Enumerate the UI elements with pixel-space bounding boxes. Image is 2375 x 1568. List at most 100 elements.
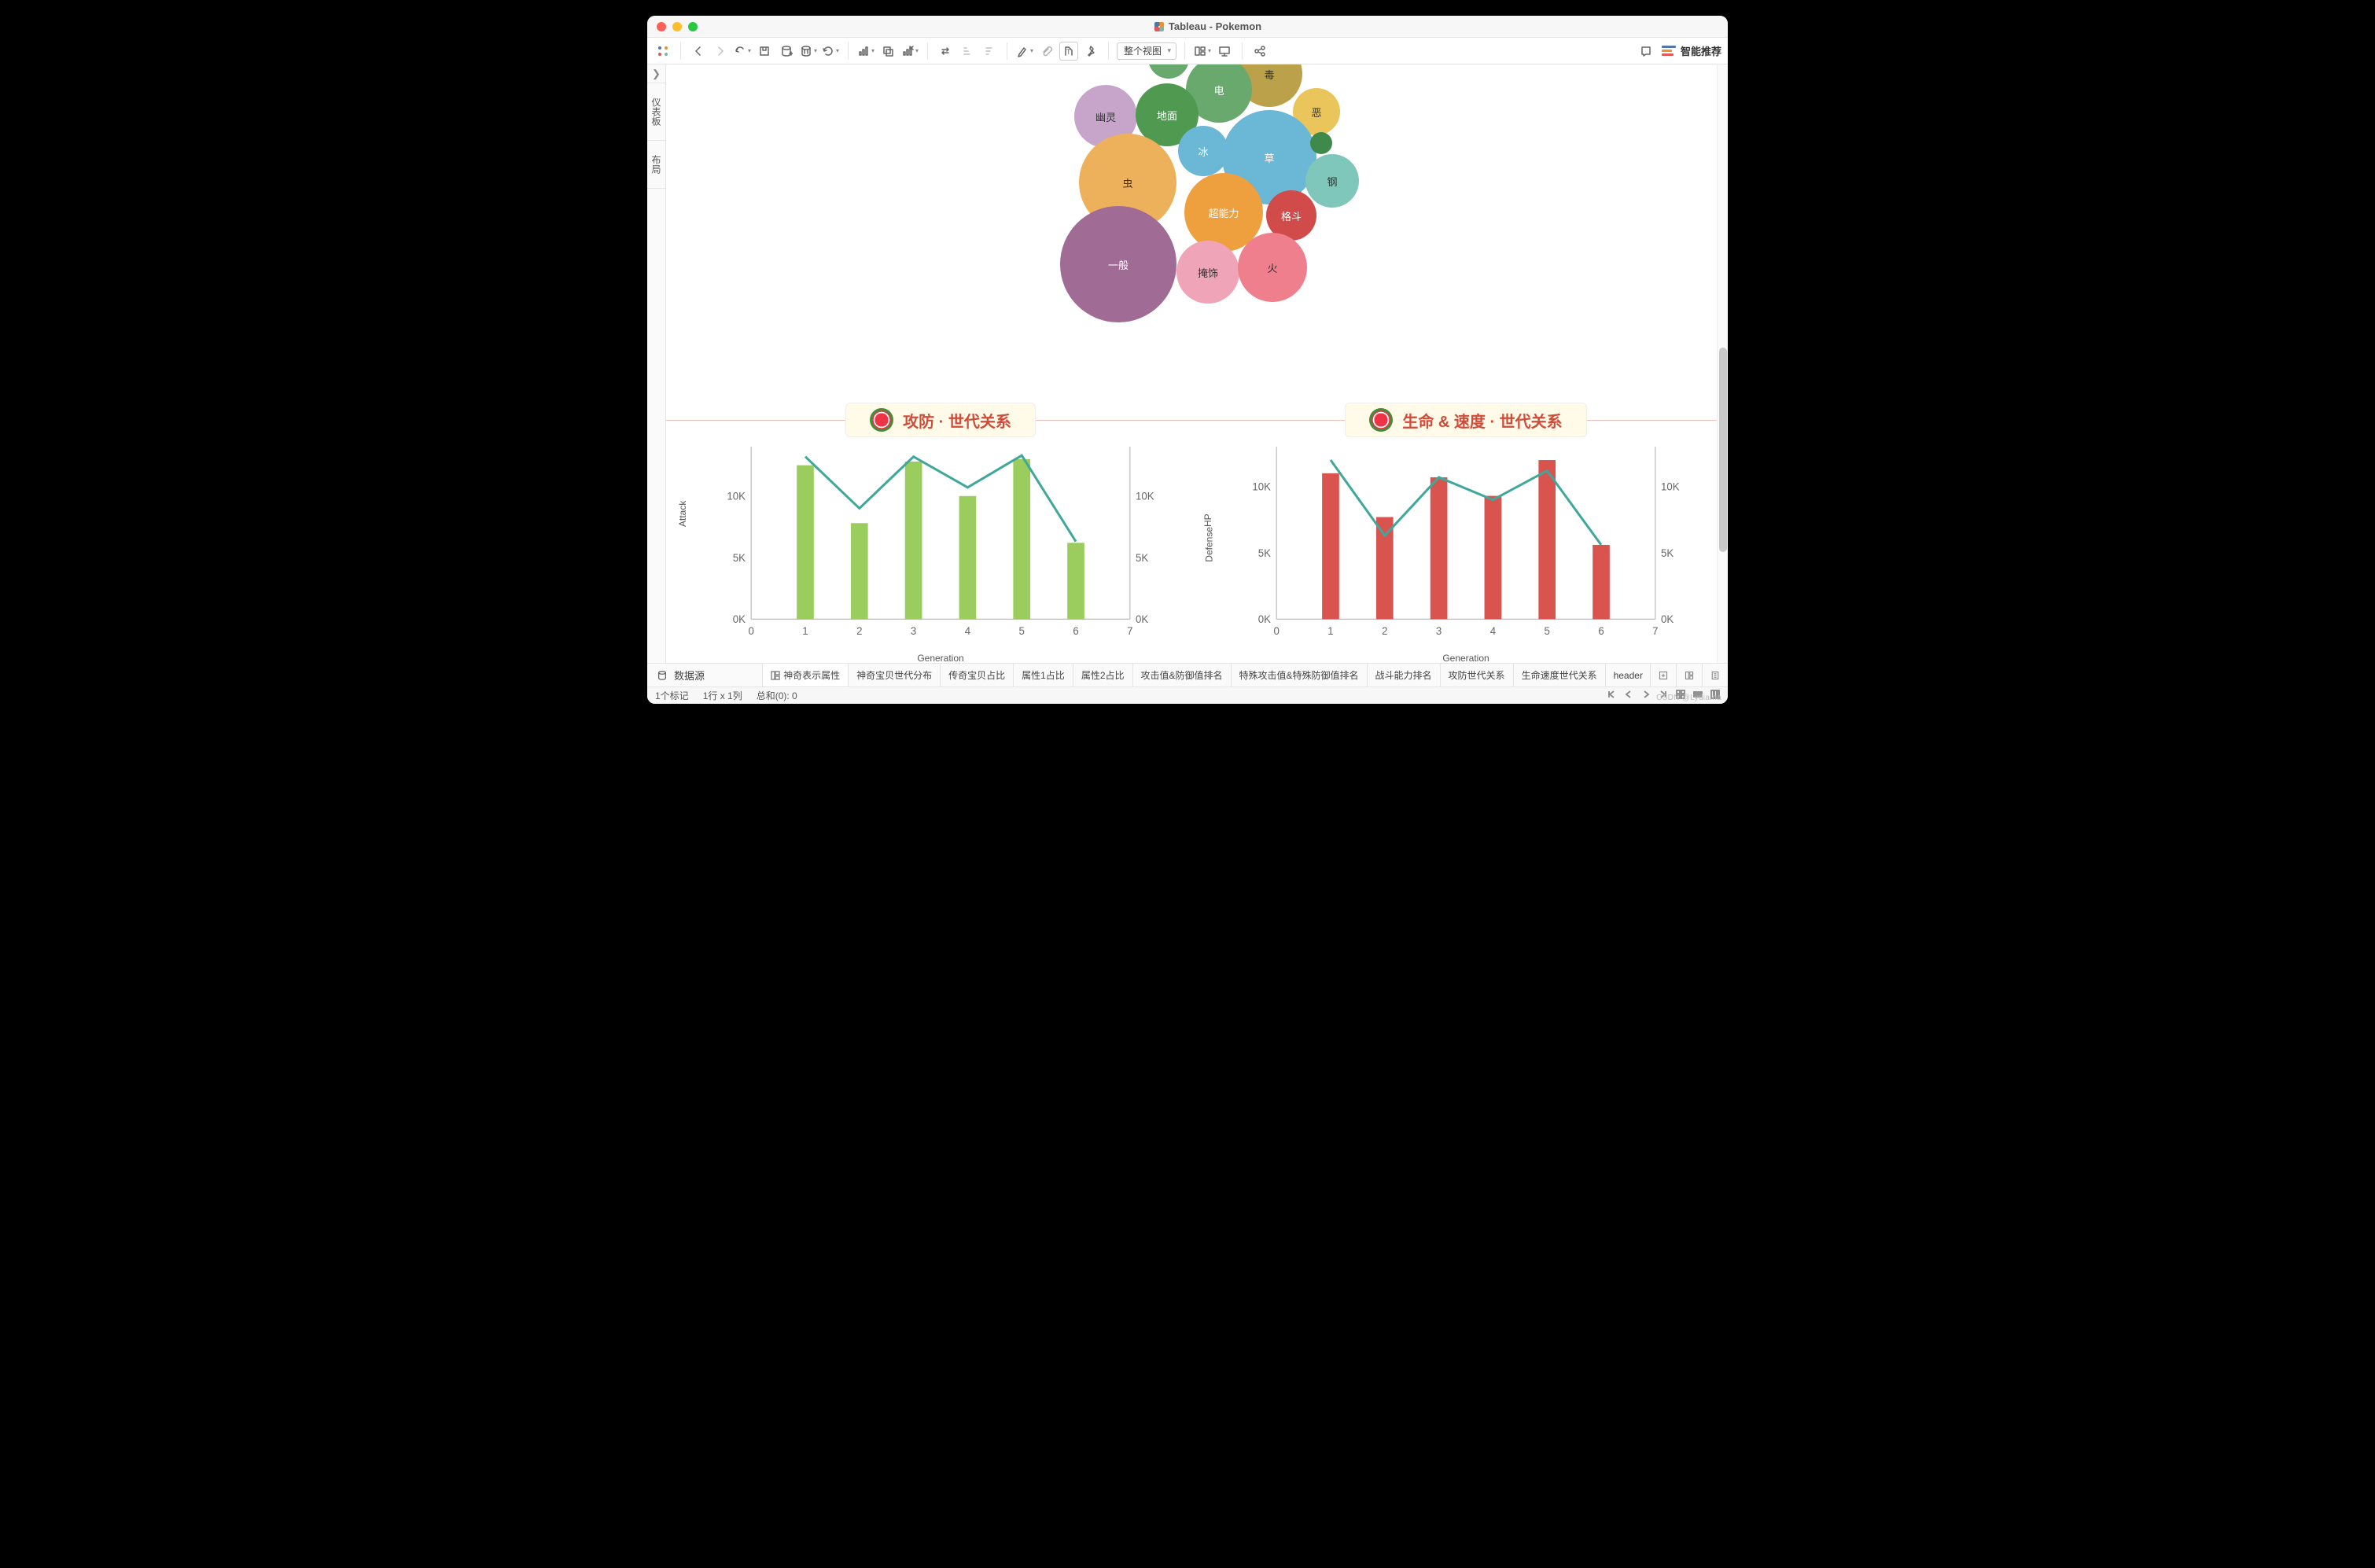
- tableau-logo-icon[interactable]: [654, 42, 672, 61]
- panel-title-text: 攻防 · 世代关系: [903, 409, 1011, 432]
- svg-text:10K: 10K: [1136, 491, 1154, 502]
- new-dashboard-button[interactable]: [1676, 664, 1702, 686]
- save-button[interactable]: [755, 42, 774, 61]
- nav-prev-button[interactable]: [1624, 690, 1633, 701]
- forward-button[interactable]: [711, 42, 730, 61]
- new-sheet-button[interactable]: [856, 42, 875, 61]
- bubble-火[interactable]: 火: [1238, 233, 1307, 302]
- nav-next-button[interactable]: [1641, 690, 1651, 701]
- duplicate-sheet-button[interactable]: [878, 42, 897, 61]
- y-axis-left-label: HP: [1202, 513, 1213, 527]
- svg-text:5: 5: [1545, 625, 1550, 637]
- window-title-text: Tableau - Pokemon: [1169, 20, 1261, 32]
- y-axis-left-label: Attack: [677, 501, 688, 527]
- sheet-tab[interactable]: 神奇表示属性: [763, 664, 849, 686]
- y-axis-right-label: Defense: [1204, 527, 1215, 562]
- minimize-icon[interactable]: [672, 22, 682, 31]
- highlight-button[interactable]: [1015, 42, 1034, 61]
- bubble-冰[interactable]: 冰: [1178, 126, 1228, 176]
- sheet-tab[interactable]: 生命速度世代关系: [1514, 664, 1606, 686]
- sheet-tab[interactable]: 属性2占比: [1073, 664, 1133, 686]
- bubble-一般[interactable]: 一般: [1060, 206, 1176, 322]
- new-story-button[interactable]: [1702, 664, 1728, 686]
- back-button[interactable]: [689, 42, 708, 61]
- panel-hp-speed: 生命 & 速度 · 世代关系 HP Speed 0K0K5K5K10K10K01…: [1191, 403, 1717, 654]
- smart-recommend-icon: [1662, 46, 1676, 57]
- sheet-tab[interactable]: header: [1606, 664, 1650, 686]
- bubble-精灵[interactable]: 精灵: [1148, 64, 1189, 79]
- sheet-tab[interactable]: 神奇宝贝世代分布: [849, 664, 941, 686]
- panel-attack-defense: 攻防 · 世代关系 Attack Defense 0K0K5K5K10K10K0…: [666, 403, 1191, 654]
- bubble-chart[interactable]: 精灵毒电恶幽灵地面冰草钢虫超能力格斗一般掩饰火: [992, 64, 1401, 371]
- svg-text:5K: 5K: [1258, 547, 1271, 559]
- wreath-icon: [1369, 408, 1393, 432]
- new-datasource-button[interactable]: [777, 42, 796, 61]
- smart-recommend-button[interactable]: 智能推荐: [1662, 43, 1721, 58]
- svg-text:1: 1: [1327, 625, 1333, 637]
- swap-button[interactable]: [936, 42, 955, 61]
- svg-text:2: 2: [856, 625, 862, 637]
- bubble-钢[interactable]: 钢: [1305, 154, 1359, 208]
- sheet-tab[interactable]: 传奇宝贝占比: [941, 664, 1014, 686]
- dashboard-canvas[interactable]: 精灵毒电恶幽灵地面冰草钢虫超能力格斗一般掩饰火 攻防 · 世代关系 Attack…: [666, 64, 1728, 663]
- refresh-button[interactable]: [821, 42, 840, 61]
- sheet-tab[interactable]: 特殊攻击值&特殊防御值排名: [1232, 664, 1368, 686]
- svg-text:0K: 0K: [1661, 613, 1674, 625]
- svg-text:5: 5: [1019, 625, 1025, 637]
- sort-asc-button[interactable]: [958, 42, 977, 61]
- sheet-tab[interactable]: 战斗能力排名: [1368, 664, 1441, 686]
- svg-text:0K: 0K: [733, 613, 746, 625]
- show-labels-button[interactable]: T: [1059, 42, 1078, 61]
- sheet-tab[interactable]: 攻防世代关系: [1441, 664, 1514, 686]
- sort-desc-button[interactable]: [980, 42, 999, 61]
- toolbar: T 整个视图 智能推荐: [647, 38, 1728, 64]
- sheet-tab[interactable]: 攻击值&防御值排名: [1133, 664, 1232, 686]
- bubble-small[interactable]: [1310, 132, 1332, 154]
- show-cards-button[interactable]: [1193, 42, 1212, 61]
- wreath-icon: [870, 408, 893, 432]
- side-tab-dashboard[interactable]: 仪表板: [647, 83, 665, 141]
- pin-button[interactable]: [1081, 42, 1100, 61]
- vertical-scrollbar[interactable]: [1717, 64, 1728, 663]
- close-icon[interactable]: [657, 22, 666, 31]
- smart-recommend-label: 智能推荐: [1681, 43, 1721, 58]
- presentation-button[interactable]: [1215, 42, 1234, 61]
- svg-text:6: 6: [1598, 625, 1604, 637]
- sheet-tab[interactable]: 属性1占比: [1014, 664, 1073, 686]
- svg-text:2: 2: [1382, 625, 1387, 637]
- expand-side-panel-button[interactable]: ❯: [647, 64, 665, 83]
- svg-text:3: 3: [911, 625, 916, 637]
- attachment-button[interactable]: [1037, 42, 1056, 61]
- svg-text:0K: 0K: [1136, 613, 1148, 625]
- panel-title: 生命 & 速度 · 世代关系: [1345, 403, 1586, 437]
- side-tab-layout[interactable]: 布局: [647, 141, 665, 189]
- nav-first-button[interactable]: [1607, 690, 1616, 701]
- chart-hp-speed[interactable]: HP Speed 0K0K5K5K10K10K01234567: [1239, 437, 1693, 648]
- share-button[interactable]: [1250, 42, 1269, 61]
- status-dims: 1行 x 1列: [703, 689, 742, 702]
- pause-updates-button[interactable]: [799, 42, 818, 61]
- status-bar: 1个标记 1行 x 1列 总和(0): 0: [647, 686, 1728, 704]
- status-marks: 1个标记: [655, 689, 689, 702]
- scrollbar-thumb[interactable]: [1719, 348, 1727, 552]
- maximize-icon[interactable]: [688, 22, 698, 31]
- x-axis-label: Generation: [713, 653, 1168, 663]
- fit-selector[interactable]: 整个视图: [1117, 42, 1176, 60]
- chart-attack-defense[interactable]: Attack Defense 0K0K5K5K10K10K01234567: [713, 437, 1168, 648]
- svg-text:0: 0: [748, 625, 753, 637]
- new-worksheet-button[interactable]: [1650, 664, 1676, 686]
- panel-title: 攻防 · 世代关系: [845, 403, 1036, 437]
- svg-text:0K: 0K: [1258, 613, 1271, 625]
- tableau-logo-icon: [1154, 22, 1164, 31]
- bubble-掩饰[interactable]: 掩饰: [1176, 241, 1239, 304]
- clear-sheet-button[interactable]: [900, 42, 919, 61]
- guide-button[interactable]: [1637, 42, 1655, 61]
- watermark: CSDN @Lydia.na: [1656, 694, 1721, 702]
- svg-text:7: 7: [1127, 625, 1132, 637]
- app-window: Tableau - Pokemon T 整个视图: [647, 16, 1728, 704]
- undo-button[interactable]: [733, 42, 752, 61]
- x-axis-label: Generation: [1239, 653, 1693, 663]
- datasource-tab[interactable]: 数据源: [647, 664, 763, 686]
- svg-text:0: 0: [1273, 625, 1279, 637]
- window-controls: [657, 22, 698, 31]
